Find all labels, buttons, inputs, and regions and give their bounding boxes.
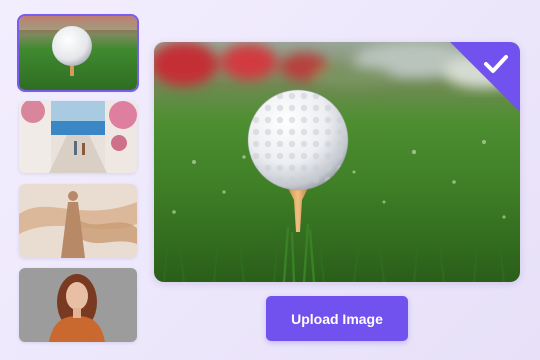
image-preview [154, 42, 520, 282]
thumbnail-golf-ball[interactable] [17, 14, 139, 92]
golf-ball-thumbnail-image [19, 16, 137, 90]
upload-image-button[interactable]: Upload Image [266, 296, 408, 341]
seaside-street-thumbnail-image [19, 101, 137, 173]
image-selector-card: Upload Image [0, 0, 540, 360]
selected-badge [450, 42, 520, 112]
thumbnail-woman-scarf[interactable] [19, 184, 137, 258]
woman-portrait-thumbnail-image [19, 268, 137, 342]
thumbnail-seaside-street[interactable] [19, 101, 137, 173]
woman-scarf-thumbnail-image [19, 184, 137, 258]
thumbnail-woman-portrait[interactable] [19, 268, 137, 342]
